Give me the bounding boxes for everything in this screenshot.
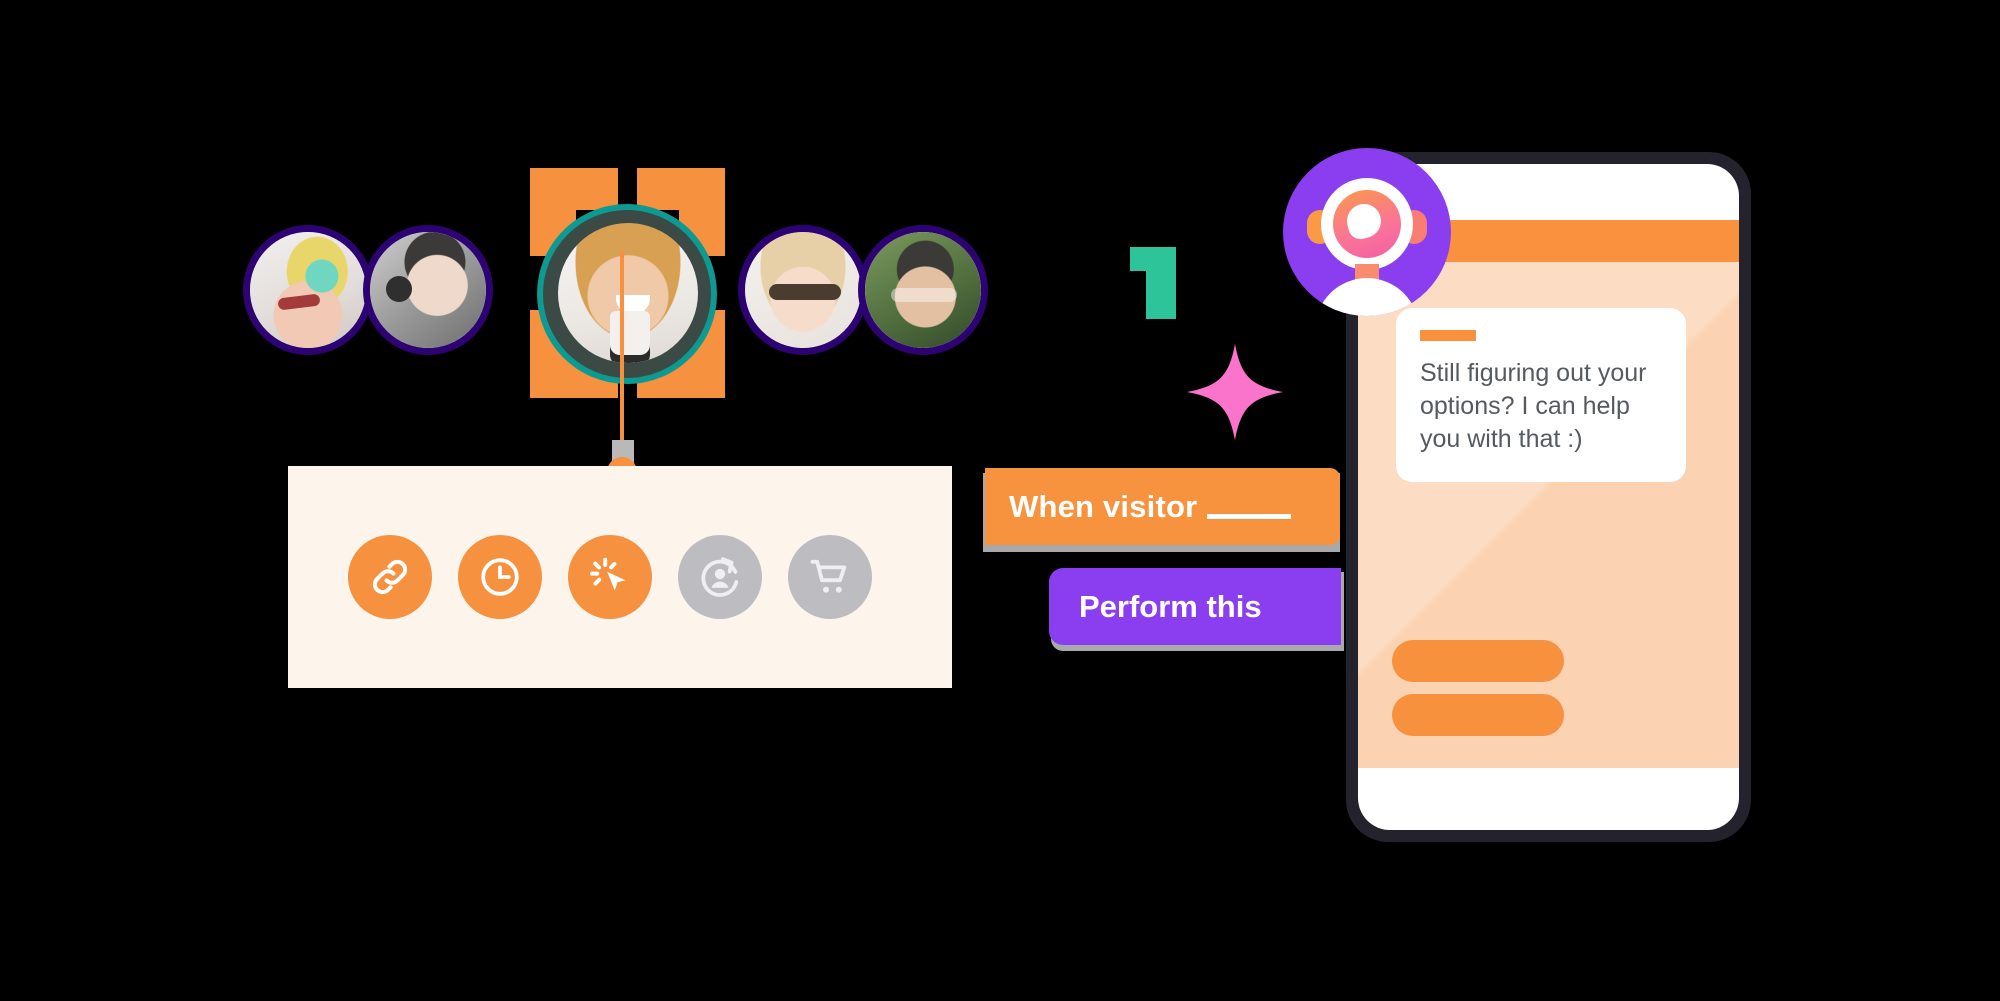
click-cursor-icon [586,553,634,601]
chat-message-text: Still figuring out your options? I can h… [1420,359,1647,453]
trigger-link-button[interactable] [348,535,432,619]
when-visitor-label: When visitor [1009,488,1198,524]
featured-visitor-avatar[interactable] [520,168,735,398]
trigger-time-on-site-button[interactable] [458,535,542,619]
quick-reply-2[interactable] [1392,694,1564,736]
trigger-click-button[interactable] [568,535,652,619]
when-visitor-bar[interactable]: When visitor [985,468,1340,545]
crop-mark-top-right [637,168,725,210]
numeral-one-decoration [1130,247,1176,319]
visitor-avatar-1[interactable] [243,225,373,355]
visitor-avatar-4[interactable] [738,225,868,355]
chat-message-bubble: Still figuring out your options? I can h… [1396,308,1686,482]
perform-this-bar[interactable]: Perform this [1049,568,1341,645]
visitor-avatar-2-photo [370,232,486,348]
illustration-stage: When visitor Perform this Still figuring… [0,0,2000,1001]
chatbot-avatar[interactable] [1283,148,1451,316]
bot-name-placeholder [1420,330,1476,341]
featured-avatar-photo [558,223,698,363]
trigger-returning-visitor-button[interactable] [678,535,762,619]
trigger-cart-button[interactable] [788,535,872,619]
chat-body: Still figuring out your options? I can h… [1358,262,1739,768]
when-visitor-blank[interactable] [1207,494,1292,519]
selection-connector-line [620,250,624,460]
quick-reply-1[interactable] [1392,640,1564,682]
visitor-avatar-4-photo [745,232,861,348]
link-icon [367,554,413,600]
visitor-avatar-5-photo [865,232,981,348]
visitor-avatar-2[interactable] [363,225,493,355]
bot-body [1315,278,1419,316]
trigger-icon-list [288,466,952,688]
visitor-avatar-1-photo [250,232,366,348]
crop-mark-top-left [530,168,618,210]
perform-this-label: Perform this [1079,588,1262,624]
returning-visitor-icon [695,552,745,602]
visitor-avatar-5[interactable] [858,225,988,355]
shopping-cart-icon [806,553,854,601]
clock-icon [476,553,524,601]
trigger-icon-panel [288,466,952,688]
four-point-star-decoration [1185,342,1285,442]
